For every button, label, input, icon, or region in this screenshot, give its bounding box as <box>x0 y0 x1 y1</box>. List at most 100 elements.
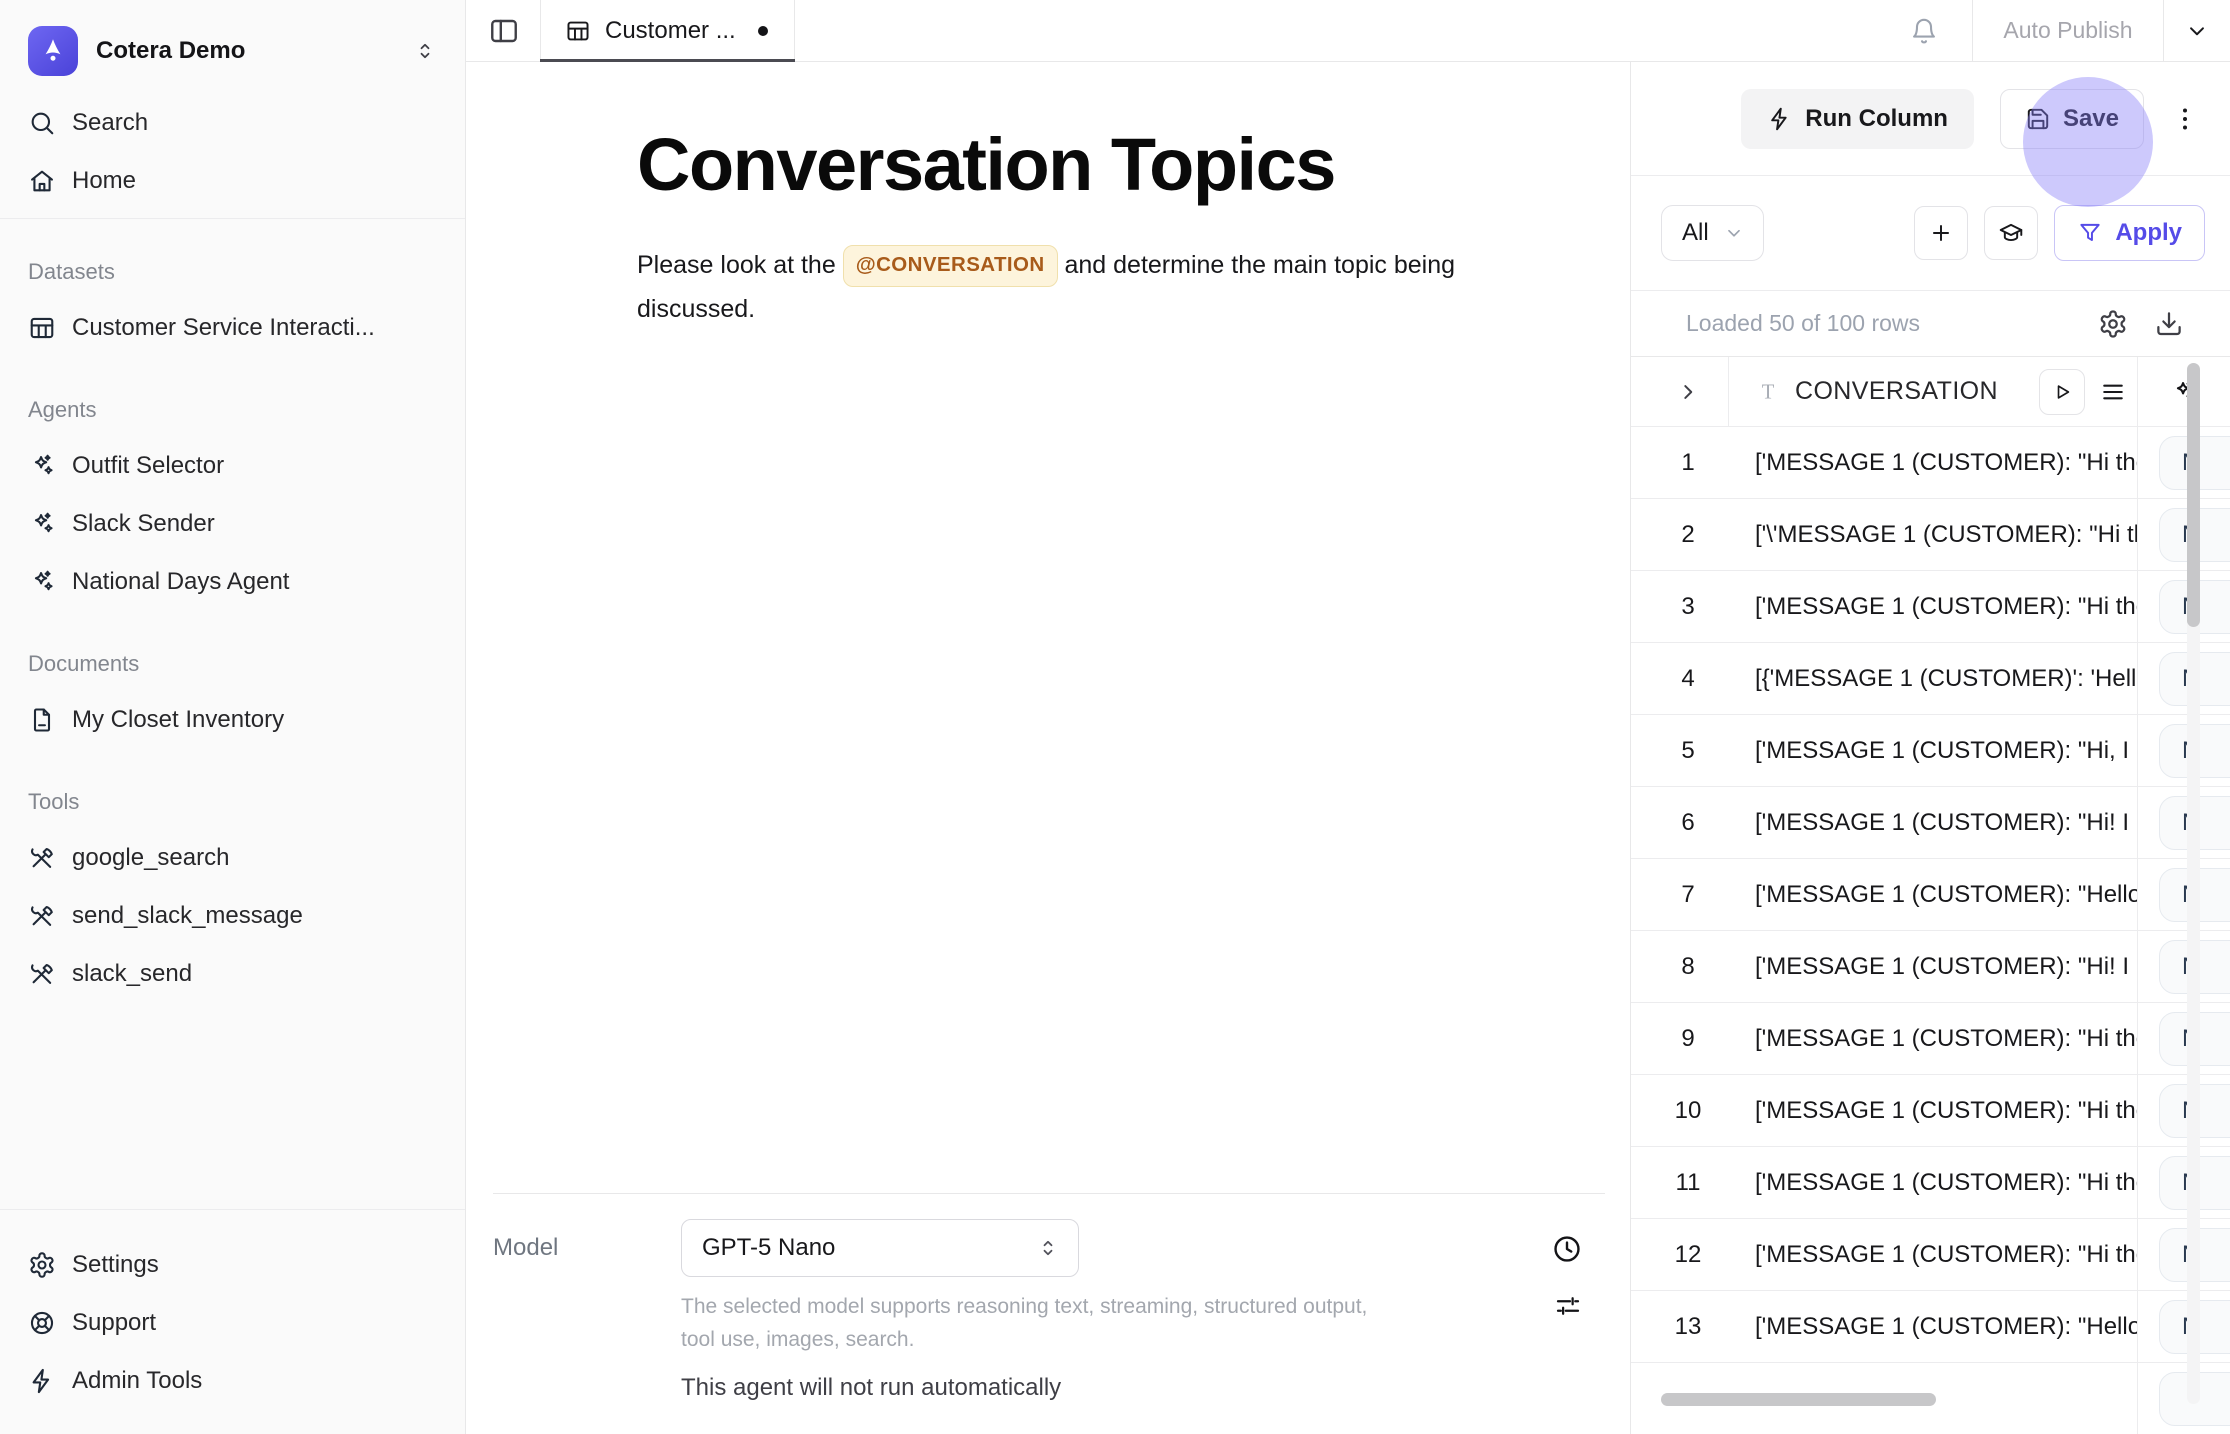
sidebar-item-tool[interactable]: google_search <box>0 829 465 887</box>
sidebar-item-label: Admin Tools <box>72 1367 202 1395</box>
main-editor: Conversation Topics Please look at the @… <box>466 62 1630 1434</box>
ai-column-header[interactable] <box>2138 357 2230 426</box>
result-cell[interactable]: N <box>2138 571 2230 642</box>
conversation-cell[interactable]: [{'MESSAGE 1 (CUSTOMER)': 'Hello <box>1729 643 2138 714</box>
result-cell[interactable]: N <box>2138 499 2230 570</box>
section-label-tools: Tools <box>0 749 465 829</box>
training-button[interactable] <box>1984 206 2038 260</box>
data-table: T CONVERSATION 1['MESSAGE 1 (CUSTOMER): … <box>1631 356 2230 1434</box>
more-options-icon[interactable] <box>2170 104 2200 134</box>
result-cell[interactable]: N <box>2138 1003 2230 1074</box>
page-title: Conversation Topics <box>637 122 1500 207</box>
text-type-icon: T <box>1755 379 1781 405</box>
result-cell[interactable]: N <box>2138 427 2230 498</box>
result-cell[interactable] <box>2138 1363 2230 1434</box>
sidebar-item-agent[interactable]: Slack Sender <box>0 495 465 553</box>
publish-menu-button[interactable] <box>2164 0 2230 61</box>
chevrons-up-down-icon <box>413 39 437 63</box>
workspace-switcher[interactable]: Cotera Demo <box>0 0 465 94</box>
vertical-scrollbar-thumb[interactable] <box>2187 363 2200 627</box>
sparkles-icon <box>28 568 56 596</box>
run-column-button[interactable]: Run Column <box>1741 89 1974 149</box>
run-mode-note: This agent will not run automatically <box>681 1374 1061 1402</box>
notifications-button[interactable] <box>1876 0 1972 61</box>
sidebar-item-agent[interactable]: National Days Agent <box>0 553 465 611</box>
auto-publish-label[interactable]: Auto Publish <box>1973 0 2163 61</box>
bolt-icon <box>1767 106 1793 132</box>
search-icon <box>28 109 56 137</box>
row-number: 12 <box>1631 1219 1729 1290</box>
status-row: Loaded 50 of 100 rows <box>1631 291 2230 356</box>
row-number: 10 <box>1631 1075 1729 1146</box>
sidebar-item-agent[interactable]: Outfit Selector <box>0 437 465 495</box>
table-settings-icon[interactable] <box>2098 309 2128 339</box>
tab-customer[interactable]: Customer ... <box>540 0 795 61</box>
result-cell[interactable]: N <box>2138 1219 2230 1290</box>
tools-icon <box>28 960 56 988</box>
sliders-icon[interactable] <box>1553 1291 1583 1321</box>
sidebar-item-admin-tools[interactable]: Admin Tools <box>0 1352 465 1410</box>
filter-row: All Apply <box>1631 176 2230 290</box>
result-cell[interactable]: N <box>2138 643 2230 714</box>
row-number: 7 <box>1631 859 1729 930</box>
download-icon[interactable] <box>2154 309 2184 339</box>
prompt-text: Please look at the @CONVERSATION and det… <box>637 245 1500 330</box>
conversation-mention-chip[interactable]: @CONVERSATION <box>843 245 1058 287</box>
table-header: T CONVERSATION <box>1631 357 2230 427</box>
model-help-text: The selected model supports reasoning te… <box>681 1291 1381 1356</box>
clock-icon[interactable] <box>1551 1233 1583 1265</box>
conversation-cell[interactable]: ['MESSAGE 1 (CUSTOMER): "Hi the <box>1729 427 2138 498</box>
run-cell-button[interactable] <box>2039 369 2085 415</box>
conversation-cell[interactable]: ['MESSAGE 1 (CUSTOMER): "Hi the <box>1729 1003 2138 1074</box>
sidebar-item-tool[interactable]: slack_send <box>0 945 465 1003</box>
conversation-cell[interactable]: ['MESSAGE 1 (CUSTOMER): "Hi the <box>1729 571 2138 642</box>
save-button[interactable]: Save <box>2000 89 2144 149</box>
horizontal-scrollbar-thumb[interactable] <box>1661 1393 1936 1406</box>
prompt-document[interactable]: Conversation Topics Please look at the @… <box>466 62 1630 330</box>
column-menu-icon[interactable] <box>2099 378 2127 406</box>
result-cell[interactable]: N <box>2138 1075 2230 1146</box>
sidebar-item-document[interactable]: My Closet Inventory <box>0 691 465 749</box>
add-column-button[interactable] <box>1914 206 1968 260</box>
sidebar-item-dataset[interactable]: Customer Service Interacti... <box>0 299 465 357</box>
result-cell[interactable]: N <box>2138 859 2230 930</box>
conversation-cell[interactable]: ['MESSAGE 1 (CUSTOMER): "Hi! I re <box>1729 931 2138 1002</box>
result-cell[interactable]: N <box>2138 1291 2230 1362</box>
expand-column-header[interactable] <box>1631 357 1729 426</box>
sidebar-item-search[interactable]: Search <box>0 94 465 152</box>
apply-filter-button[interactable]: Apply <box>2054 205 2205 261</box>
conversation-cell[interactable]: ['MESSAGE 1 (CUSTOMER): "Hi the <box>1729 1219 2138 1290</box>
table-row: 4[{'MESSAGE 1 (CUSTOMER)': 'HelloN <box>1631 643 2230 715</box>
result-cell[interactable]: N <box>2138 1147 2230 1218</box>
conversation-cell[interactable]: ['MESSAGE 1 (CUSTOMER): "Hello! <box>1729 1291 2138 1362</box>
sidebar-item-home[interactable]: Home <box>0 152 465 210</box>
tab-label: Customer ... <box>605 17 736 45</box>
table-icon <box>28 314 56 342</box>
conversation-cell[interactable]: ['MESSAGE 1 (CUSTOMER): "Hi, I re <box>1729 715 2138 786</box>
result-cell[interactable]: N <box>2138 931 2230 1002</box>
home-icon <box>28 167 56 195</box>
conversation-cell[interactable]: ['MESSAGE 1 (CUSTOMER): "Hi the <box>1729 1075 2138 1146</box>
sidebar-item-settings[interactable]: Settings <box>0 1236 465 1294</box>
workspace-logo <box>28 26 78 76</box>
conversation-cell[interactable]: ['MESSAGE 1 (CUSTOMER): "Hi the <box>1729 1147 2138 1218</box>
table-row: 13['MESSAGE 1 (CUSTOMER): "Hello!N <box>1631 1291 2230 1363</box>
panel-left-toggle-icon[interactable] <box>488 15 520 47</box>
conversation-cell[interactable]: ['MESSAGE 1 (CUSTOMER): "Hi! I re <box>1729 787 2138 858</box>
rows-filter-select[interactable]: All <box>1661 205 1764 261</box>
sidebar-item-label: Support <box>72 1309 156 1337</box>
result-cell[interactable]: N <box>2138 715 2230 786</box>
sidebar-item-tool[interactable]: send_slack_message <box>0 887 465 945</box>
model-section: Model GPT-5 Nano The selected model supp… <box>493 1193 1605 1434</box>
result-cell[interactable]: N <box>2138 787 2230 858</box>
table-row: 5['MESSAGE 1 (CUSTOMER): "Hi, I reN <box>1631 715 2230 787</box>
table-row: 10['MESSAGE 1 (CUSTOMER): "Hi theN <box>1631 1075 2230 1147</box>
conversation-cell[interactable]: ['\'MESSAGE 1 (CUSTOMER): "Hi th <box>1729 499 2138 570</box>
model-select[interactable]: GPT-5 Nano <box>681 1219 1079 1277</box>
conversation-cell[interactable]: ['MESSAGE 1 (CUSTOMER): "Hello! <box>1729 859 2138 930</box>
sidebar-item-label: Home <box>72 167 136 195</box>
table-icon <box>565 18 591 44</box>
sidebar-item-support[interactable]: Support <box>0 1294 465 1352</box>
sidebar-item-label: Settings <box>72 1251 159 1279</box>
conversation-column-header[interactable]: T CONVERSATION <box>1729 357 2138 426</box>
